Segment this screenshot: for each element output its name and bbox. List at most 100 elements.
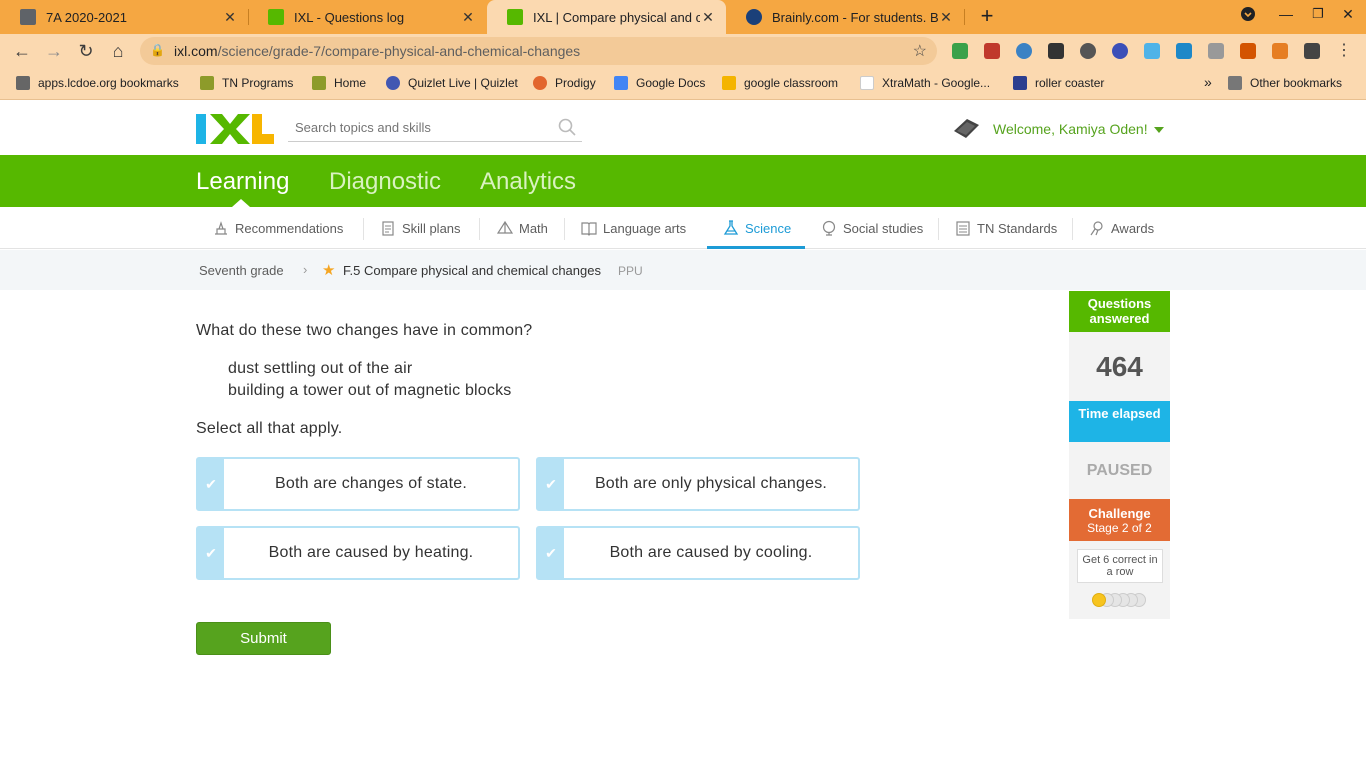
subnav-recommendations[interactable]: Recommendations — [213, 220, 343, 236]
close-tab-icon[interactable]: ✕ — [222, 9, 238, 26]
welcome-text: Welcome, Kamiya Oden! — [993, 121, 1148, 137]
bookmark-google-classroom[interactable]: google classroom — [722, 76, 838, 90]
close-window-icon[interactable]: ✕ — [1336, 6, 1360, 23]
awards-icon — [1090, 221, 1103, 236]
extension-k-icon[interactable] — [1112, 43, 1128, 59]
browser-tab-3-active[interactable]: IXL | Compare physical and chemical chan… — [487, 0, 726, 34]
new-tab-icon[interactable]: + — [974, 4, 1000, 30]
browser-tab-2[interactable]: IXL - Questions log ✕ — [248, 0, 486, 34]
browser-tab-1[interactable]: 7A 2020-2021 ✕ — [0, 0, 248, 34]
url-text[interactable]: ixl.com/science/grade-7/compare-physical… — [174, 43, 580, 59]
star-icon: ★ — [322, 262, 336, 279]
restore-icon[interactable]: ❐ — [1306, 6, 1330, 22]
subject-nav: Recommendations Skill plans Math Languag… — [0, 207, 1366, 249]
close-tab-icon[interactable]: ✕ — [700, 9, 716, 26]
choice-only-physical[interactable]: ✔ Both are only physical changes. — [536, 457, 860, 511]
welcome-menu[interactable]: Welcome, Kamiya Oden! — [993, 121, 1164, 137]
ixl-favicon-icon — [268, 9, 284, 25]
avatar-icon[interactable] — [951, 115, 981, 141]
submit-button[interactable]: Submit — [196, 622, 331, 655]
bookmark-star-icon[interactable]: ☆ — [913, 41, 927, 61]
nav-analytics[interactable]: Analytics — [480, 168, 576, 196]
address-bar[interactable]: 🔒 ixl.com/science/grade-7/compare-physic… — [140, 37, 937, 65]
nav-diagnostic[interactable]: Diagnostic — [329, 168, 441, 196]
subnav-awards[interactable]: Awards — [1089, 220, 1154, 236]
active-nav-pointer — [232, 199, 250, 207]
bookmarks-overflow-icon[interactable]: » — [1204, 74, 1212, 90]
time-status[interactable]: PAUSED — [1069, 442, 1170, 499]
challenge-progress-dots — [1092, 593, 1152, 607]
extension-screen-icon[interactable] — [1208, 43, 1224, 59]
extensions-puzzle-icon[interactable] — [1304, 43, 1320, 59]
bookmark-quizlet[interactable]: Quizlet Live | Quizlet — [386, 76, 518, 90]
home-icon[interactable]: ⌂ — [106, 39, 130, 63]
back-icon[interactable]: ← — [10, 39, 34, 63]
minimize-icon[interactable]: — — [1274, 6, 1298, 22]
checkmark-icon: ✔ — [198, 528, 224, 578]
bookmark-roller-coaster[interactable]: roller coaster — [1013, 76, 1104, 90]
caret-down-icon — [1153, 127, 1164, 134]
close-tab-icon[interactable]: ✕ — [938, 9, 954, 26]
search-icon[interactable] — [558, 118, 576, 136]
checkmark-icon: ✔ — [538, 528, 564, 578]
questions-answered-count: 464 — [1069, 332, 1170, 401]
extension-megaphone-icon[interactable] — [1240, 43, 1256, 59]
tab-search-icon[interactable] — [1236, 6, 1260, 25]
bookmark-label: Google Docs — [636, 76, 706, 90]
bookmark-apps[interactable]: apps.lcdoe.org bookmarks — [16, 76, 179, 90]
extension-book-icon[interactable] — [984, 43, 1000, 59]
bookmark-other[interactable]: Other bookmarks — [1228, 76, 1342, 90]
subnav-label: Science — [745, 220, 792, 236]
search-box[interactable] — [288, 114, 582, 142]
extension-timer-icon[interactable] — [1016, 43, 1032, 59]
close-tab-icon[interactable]: ✕ — [460, 9, 476, 26]
extension-puppy-icon[interactable] — [1080, 43, 1096, 59]
bookmark-prodigy[interactable]: Prodigy — [533, 76, 596, 90]
tab-title: 7A 2020-2021 — [46, 9, 127, 25]
subnav-separator — [564, 218, 565, 240]
bookmark-label: Prodigy — [555, 76, 596, 90]
extension-classroom-icon[interactable] — [952, 43, 968, 59]
tab-separator — [964, 9, 965, 25]
subnav-language-arts[interactable]: Language arts — [581, 220, 686, 236]
reload-icon[interactable]: ↻ — [74, 39, 98, 63]
progress-sidebar: Questions answered 464 Time elapsed PAUS… — [1069, 291, 1170, 619]
subnav-tn-standards[interactable]: TN Standards — [955, 220, 1057, 236]
subnav-math[interactable]: Math — [497, 220, 548, 236]
browser-tab-4[interactable]: Brainly.com - For students. By students.… — [726, 0, 964, 34]
subnav-label: Social studies — [843, 220, 924, 236]
bookmark-google-docs[interactable]: Google Docs — [614, 76, 705, 90]
extension-w-icon[interactable] — [1176, 43, 1192, 59]
subnav-science[interactable]: Science — [723, 220, 791, 236]
standards-icon — [956, 221, 970, 236]
bookmark-label: roller coaster — [1035, 76, 1105, 90]
time-elapsed-label: Time elapsed — [1069, 401, 1170, 442]
change-item-1: dust settling out of the air — [228, 360, 413, 377]
globe-icon — [822, 220, 836, 236]
choice-caused-by-cooling[interactable]: ✔ Both are caused by cooling. — [536, 526, 860, 580]
subnav-social-studies[interactable]: Social studies — [821, 220, 923, 236]
extension-badge-icon[interactable] — [1272, 43, 1288, 59]
url-path: /science/grade-7/compare-physical-and-ch… — [217, 43, 581, 59]
breadcrumb-grade[interactable]: Seventh grade — [199, 263, 284, 278]
ixl-logo[interactable] — [196, 114, 274, 144]
instruction-text: Select all that apply. — [196, 420, 343, 437]
nav-learning[interactable]: Learning — [196, 168, 289, 196]
bookmark-label: Quizlet Live | Quizlet — [408, 76, 518, 90]
extension-cloud-icon[interactable] — [1144, 43, 1160, 59]
google-icon — [860, 76, 874, 90]
subnav-skill-plans[interactable]: Skill plans — [380, 220, 461, 236]
bookmark-xtramath[interactable]: XtraMath - Google... — [860, 76, 990, 90]
choice-caused-by-heating[interactable]: ✔ Both are caused by heating. — [196, 526, 520, 580]
search-input[interactable] — [288, 114, 548, 140]
bookmark-home[interactable]: Home — [312, 76, 366, 90]
progress-dot — [1092, 593, 1106, 607]
bookmark-tn-programs[interactable]: TN Programs — [200, 76, 293, 90]
extension-qr-icon[interactable] — [1048, 43, 1064, 59]
subnav-label: Recommendations — [235, 220, 344, 236]
browser-menu-icon[interactable]: ⋮ — [1332, 39, 1356, 63]
breadcrumb: Seventh grade › ★ F.5 Compare physical a… — [0, 250, 1366, 290]
choice-changes-of-state[interactable]: ✔ Both are changes of state. — [196, 457, 520, 511]
questions-answered-label: Questions answered — [1069, 291, 1170, 332]
forward-icon[interactable]: → — [42, 39, 66, 63]
